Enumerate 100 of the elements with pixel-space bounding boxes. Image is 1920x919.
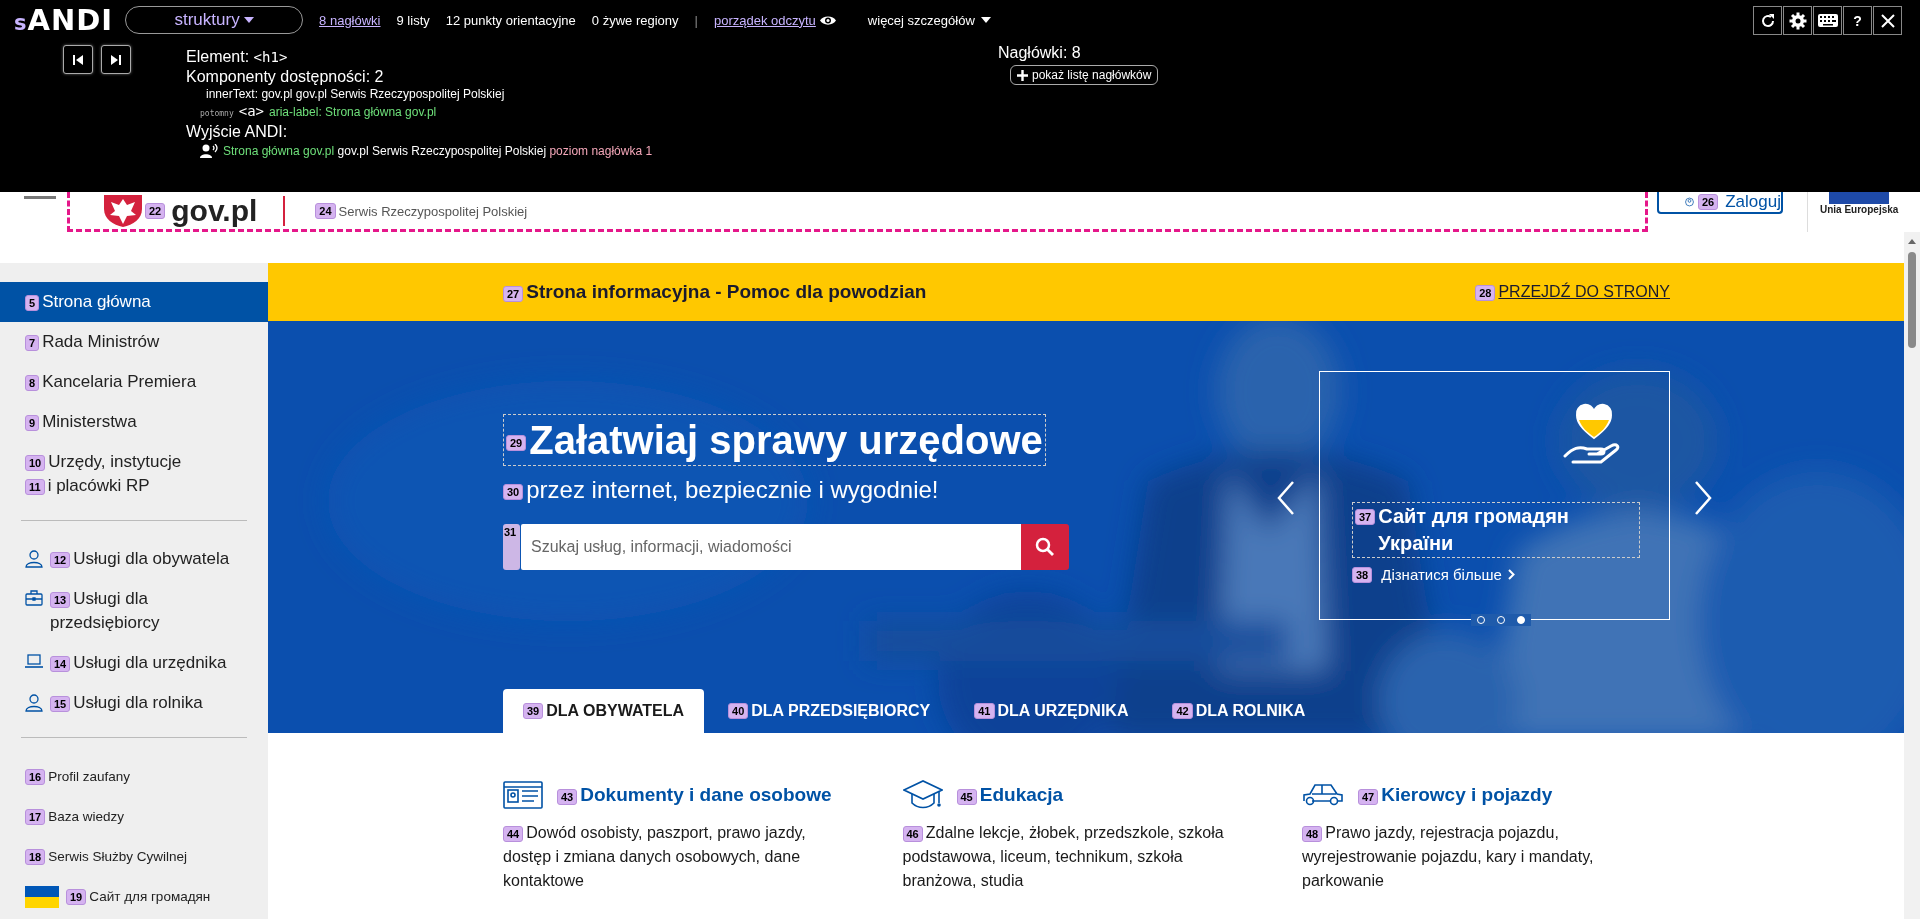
site-tagline: Serwis Rzeczypospolitej Polskiej <box>338 203 528 219</box>
next-element-button[interactable] <box>101 45 131 74</box>
output-heading: Wyjście ANDI: <box>186 122 289 141</box>
summary-count: 0 żywe regiony <box>591 12 679 28</box>
graduation-cap-icon <box>902 779 943 811</box>
previous-element-button[interactable] <box>63 45 93 74</box>
category-description: 44 Dowód osobisty, paszport, prawo jazdy, dostęp i zmiana danych osobowych, dane kontaktowe <box>503 823 807 891</box>
index-badge: 7 <box>25 334 40 351</box>
index-badge: 5 <box>25 294 40 311</box>
components-heading: Komponenty dostępności: 2 <box>186 67 385 86</box>
index-badge: 46 <box>902 825 923 842</box>
banner-link[interactable]: PRZEJDŹ DO STRONY <box>1498 283 1670 300</box>
category-link[interactable]: Edukacja <box>979 784 1064 805</box>
person-icon <box>25 550 43 568</box>
sidebar-link[interactable]: 18 Serwis Służby Cywilnej <box>21 836 247 876</box>
headings-count: Nagłówki: 8 <box>998 44 1082 62</box>
category-link[interactable]: Kierowcy i pojazdy <box>1381 784 1553 805</box>
more-details-button[interactable]: więcej szczegółów <box>861 11 997 29</box>
index-badge: 39 <box>523 703 544 719</box>
sidebar-link[interactable]: 19 Сайт для громадян <box>21 876 247 917</box>
sidebar-link[interactable]: 16 Profil zaufany <box>21 756 247 796</box>
sidebar-link[interactable]: 7 Rada Ministrów <box>0 322 268 362</box>
plus-icon <box>1017 69 1028 81</box>
aria-label-text: aria-label: Strona główna gov.pl <box>269 104 437 121</box>
index-badge: 42 <box>1172 703 1193 719</box>
element-tag: <h1> <box>253 49 288 65</box>
id-card-icon <box>503 781 543 809</box>
category-description: 48 Prawo jazdy, rejestracja pojazdu, wyrejestrowanie pojazdu, kary i mandaty, parkowanie <box>1302 823 1595 891</box>
inner-text-label: innerText: <box>206 87 259 101</box>
audience-tab[interactable]: 40 DLA PRZEDSIĘBIORCY <box>708 689 951 733</box>
index-badge: 41 <box>974 703 995 719</box>
summary-count: 9 listy <box>396 12 430 28</box>
sidebar-link[interactable]: 5 Strona główna <box>0 282 268 322</box>
audience-tab[interactable]: 42 DLA ROLNIKA <box>1152 689 1326 733</box>
inner-text-value: gov.pl gov.pl Serwis Rzeczypospolitej Polskiej <box>261 87 505 101</box>
separator-text: | <box>694 12 698 28</box>
search-button[interactable] <box>1021 524 1069 570</box>
login-button[interactable]: 26 Zaloguj <box>1657 192 1783 214</box>
skip-back-icon <box>72 53 84 66</box>
sidebar-link[interactable]: 17 Baza wiedzy <box>21 796 247 836</box>
card-link[interactable]: Дізнатися більше <box>1381 566 1502 583</box>
sidebar-link[interactable]: 13 Usługi dla przedsiębiorcy <box>21 579 247 643</box>
index-badge: 9 <box>25 414 40 431</box>
show-headings-button[interactable]: pokaż listę nagłówków <box>1010 65 1159 85</box>
site-logo-text[interactable]: gov.pl <box>171 195 258 226</box>
index-badge: 10 <box>25 454 46 471</box>
index-badge: 19 <box>66 889 87 906</box>
ukrainian-flag-icon <box>25 886 59 908</box>
audience-tab[interactable]: 39 DLA OBYWATELA <box>503 689 704 733</box>
descendant-tag: <a> <box>238 103 264 120</box>
sidebar-link[interactable]: 8 Kancelaria Premiera <box>0 362 268 402</box>
index-badge: 29 <box>506 435 527 452</box>
sidebar-link[interactable]: 12 Usługi dla obywatela <box>21 539 247 579</box>
index-badge: 45 <box>956 788 977 805</box>
settings-button[interactable] <box>1783 6 1812 35</box>
index-badge: 22 <box>145 202 166 219</box>
index-badge: 14 <box>50 655 71 672</box>
index-badge: 28 <box>1475 284 1496 301</box>
index-badge: 26 <box>1698 194 1719 210</box>
caret-icon <box>243 17 254 23</box>
category-link[interactable]: Dokumenty i dane osobowe <box>580 784 832 805</box>
index-badge: 12 <box>50 551 71 568</box>
speaking-person-icon <box>200 144 218 158</box>
index-badge: 11 <box>25 478 45 495</box>
andi-logo: sANDI <box>14 3 114 37</box>
headings-link[interactable]: 8 nagłówki <box>319 12 381 28</box>
keyboard-button[interactable] <box>1813 6 1842 35</box>
element-label: Element: <box>186 48 250 65</box>
banner-title: Strona informacyjna - Pomoc dla powodzian <box>526 281 927 302</box>
module-dropdown[interactable]: struktury <box>125 6 304 34</box>
reading-order-link[interactable]: porządek odczytu <box>713 12 816 28</box>
index-badge: 40 <box>728 703 749 719</box>
person-icon <box>25 694 43 712</box>
skip-forward-icon <box>110 53 122 66</box>
index-badge: 16 <box>25 768 46 785</box>
category-description: 46 Zdalne lekcje, żłobek, przedszkole, szkoła podstawowa, liceum, technikum, szkoła branżowa, studia <box>902 823 1225 891</box>
sidebar-link[interactable]: 15 Usługi dla rolnika <box>21 683 247 723</box>
carousel-dot[interactable] <box>1517 616 1525 624</box>
refresh-button[interactable] <box>1753 6 1782 35</box>
menu-icon[interactable] <box>24 196 56 200</box>
index-badge: 27 <box>503 285 524 302</box>
help-button[interactable]: ? <box>1843 6 1872 35</box>
sidebar-link[interactable]: 9 Ministerstwa <box>0 402 268 442</box>
eu-label: Unia Europejska <box>1820 204 1899 215</box>
index-badge: 37 <box>1355 509 1376 525</box>
eye-icon <box>819 14 836 26</box>
index-badge: 24 <box>315 203 336 220</box>
sidebar-link[interactable]: 10 Urzędy, instytucje 11 i placówki RP <box>0 442 268 506</box>
card-title: Сайт для громадян України <box>1378 504 1570 556</box>
close-icon <box>1880 13 1895 28</box>
sidebar-link[interactable]: 14 Usługi dla urzędnika <box>21 643 247 683</box>
index-badge: 8 <box>25 374 40 391</box>
andi-output-text: Strona główna gov.pl gov.pl Serwis Rzeczypospolitej Polskiej poziom nagłówka 1 <box>223 143 653 160</box>
index-badge: 13 <box>50 591 71 608</box>
index-badge: 47 <box>1358 788 1379 805</box>
briefcase-icon <box>25 590 43 606</box>
user-circle-icon <box>1685 194 1694 210</box>
search-field[interactable]: Szukaj usług, informacji, wiadomości <box>521 524 1021 570</box>
close-button[interactable] <box>1873 6 1902 35</box>
audience-tab[interactable]: 41 DLA URZĘDNIKA <box>954 689 1149 733</box>
